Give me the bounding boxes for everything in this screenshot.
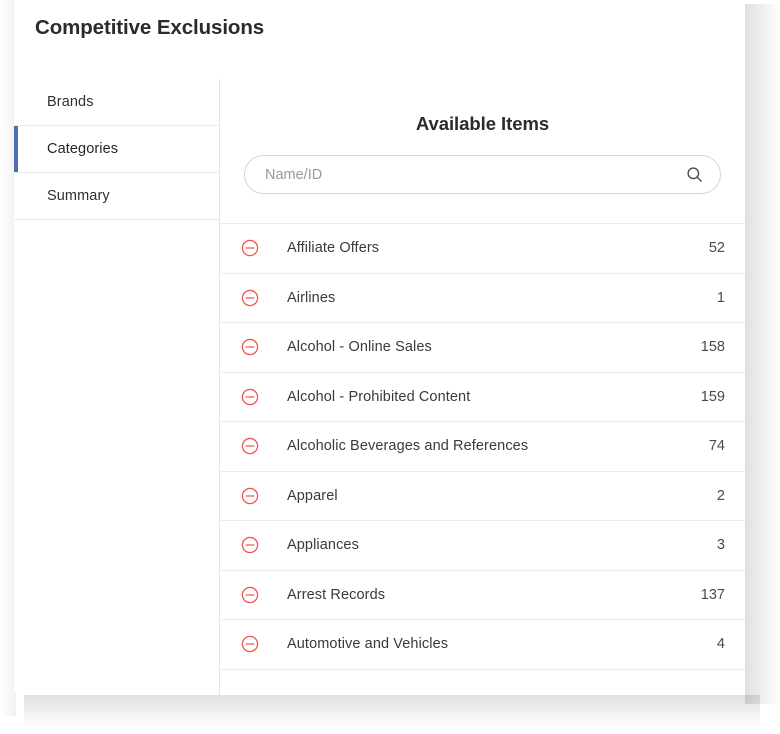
- minus-circle-icon[interactable]: [240, 387, 260, 407]
- table-row[interactable]: Alcohol - Online Sales 158: [220, 323, 745, 373]
- minus-circle-icon[interactable]: [240, 535, 260, 555]
- card-shadow-bottom: [24, 695, 760, 727]
- minus-circle-icon[interactable]: [240, 436, 260, 456]
- table-row[interactable]: Airlines 1: [220, 273, 745, 323]
- competitive-exclusions-card: Competitive Exclusions Brands Categories…: [14, 0, 745, 695]
- item-label: Alcoholic Beverages and References: [287, 438, 529, 455]
- table-row[interactable]: Affiliate Offers 52: [220, 224, 745, 274]
- minus-circle-icon[interactable]: [240, 238, 260, 258]
- item-count: 52: [708, 240, 725, 257]
- minus-circle-icon[interactable]: [240, 585, 260, 605]
- search-icon[interactable]: [685, 165, 704, 184]
- item-count: 3: [716, 537, 725, 554]
- page-title: Competitive Exclusions: [35, 16, 265, 39]
- table-row[interactable]: Alcoholic Beverages and References 74: [220, 422, 745, 472]
- item-count: 1: [716, 289, 725, 306]
- panel-title: Available Items: [415, 113, 550, 134]
- item-count: 74: [708, 438, 725, 455]
- minus-circle-icon[interactable]: [240, 486, 260, 506]
- item-count: 159: [700, 388, 725, 405]
- sidebar-item-summary[interactable]: Summary: [14, 173, 219, 220]
- active-indicator: [14, 79, 18, 125]
- item-label: Arrest Records: [287, 586, 386, 603]
- search-bar[interactable]: [244, 155, 721, 194]
- table-row[interactable]: Apparel 2: [220, 471, 745, 521]
- available-items-panel: Available Items Affiliate Offers 52 Airl…: [220, 79, 745, 695]
- card-body: Brands Categories Summary Available Item…: [14, 79, 745, 695]
- table-row[interactable]: Appliances 3: [220, 521, 745, 571]
- app-stage: Competitive Exclusions Brands Categories…: [0, 0, 780, 734]
- active-indicator: [14, 126, 18, 172]
- search-input[interactable]: [265, 166, 685, 183]
- sidebar-item-label: Summary: [47, 188, 110, 204]
- table-row[interactable]: Arrest Records 137: [220, 570, 745, 620]
- item-label: Alcohol - Prohibited Content: [287, 388, 471, 405]
- sidebar: Brands Categories Summary: [14, 79, 220, 695]
- item-label: Appliances: [287, 537, 359, 554]
- minus-circle-icon[interactable]: [240, 337, 260, 357]
- item-label: Apparel: [287, 487, 338, 504]
- item-label: Automotive and Vehicles: [287, 636, 449, 653]
- available-items-list: Affiliate Offers 52 Airlines 1 Alcohol -…: [220, 223, 745, 670]
- item-count: 2: [716, 487, 725, 504]
- table-row[interactable]: Alcohol - Prohibited Content 159: [220, 372, 745, 422]
- sidebar-item-label: Brands: [47, 94, 94, 110]
- sidebar-item-label: Categories: [47, 141, 119, 157]
- item-count: 158: [700, 339, 725, 356]
- item-label: Alcohol - Online Sales: [287, 339, 432, 356]
- minus-circle-icon[interactable]: [240, 634, 260, 654]
- minus-circle-icon[interactable]: [240, 288, 260, 308]
- item-label: Airlines: [287, 289, 336, 306]
- sidebar-item-categories[interactable]: Categories: [14, 126, 219, 173]
- table-row[interactable]: Automotive and Vehicles 4: [220, 620, 745, 670]
- active-indicator: [14, 173, 18, 219]
- item-count: 137: [700, 586, 725, 603]
- sidebar-item-brands[interactable]: Brands: [14, 79, 219, 126]
- sidebar-list: Brands Categories Summary: [14, 79, 219, 220]
- card-shadow-right: [745, 4, 780, 704]
- item-label: Affiliate Offers: [287, 240, 380, 257]
- item-count: 4: [716, 636, 725, 653]
